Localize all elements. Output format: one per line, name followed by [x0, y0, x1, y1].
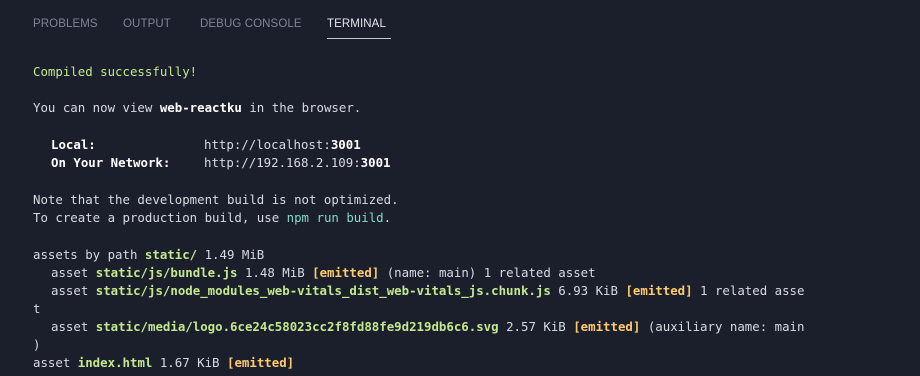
terminal-panel: PROBLEMS OUTPUT DEBUG CONSOLE TERMINAL C… [0, 0, 920, 376]
network-line: On Your Network: http://192.168.2.109:300… [51, 155, 391, 170]
asset-line-bundle: asset static/js/bundle.js 1.48 MiB [emit… [51, 265, 596, 280]
tab-output[interactable]: OUTPUT [123, 18, 171, 30]
asset-line-logo-wrap: ) [33, 337, 41, 352]
asset-line-web-vitals: asset static/js/node_modules_web-vitals_… [51, 283, 805, 298]
asset-line-index: asset index.html 1.67 KiB [emitted] [33, 355, 295, 370]
tab-debug-console[interactable]: DEBUG CONSOLE [200, 18, 302, 30]
view-line: You can now view web-reactku in the brow… [33, 100, 362, 115]
note-line-1: Note that the development build is not o… [33, 192, 399, 207]
terminal-output[interactable]: Compiled successfully! You can now view … [0, 60, 920, 376]
tab-problems[interactable]: PROBLEMS [33, 18, 98, 30]
tab-terminal[interactable]: TERMINAL [327, 18, 386, 30]
assets-by-path-line: assets by path static/ 1.49 MiB [33, 247, 265, 262]
active-tab-indicator [327, 38, 391, 39]
panel-tab-bar: PROBLEMS OUTPUT DEBUG CONSOLE TERMINAL [0, 0, 920, 42]
asset-line-web-vitals-wrap: t [33, 301, 41, 316]
compiled-line: Compiled successfully! [33, 64, 198, 79]
local-line: Local: http://localhost:3001 [51, 137, 361, 152]
asset-line-logo: asset static/media/logo.6ce24c58023cc2f8… [51, 319, 805, 334]
note-line-2: To create a production build, use npm ru… [33, 210, 392, 225]
